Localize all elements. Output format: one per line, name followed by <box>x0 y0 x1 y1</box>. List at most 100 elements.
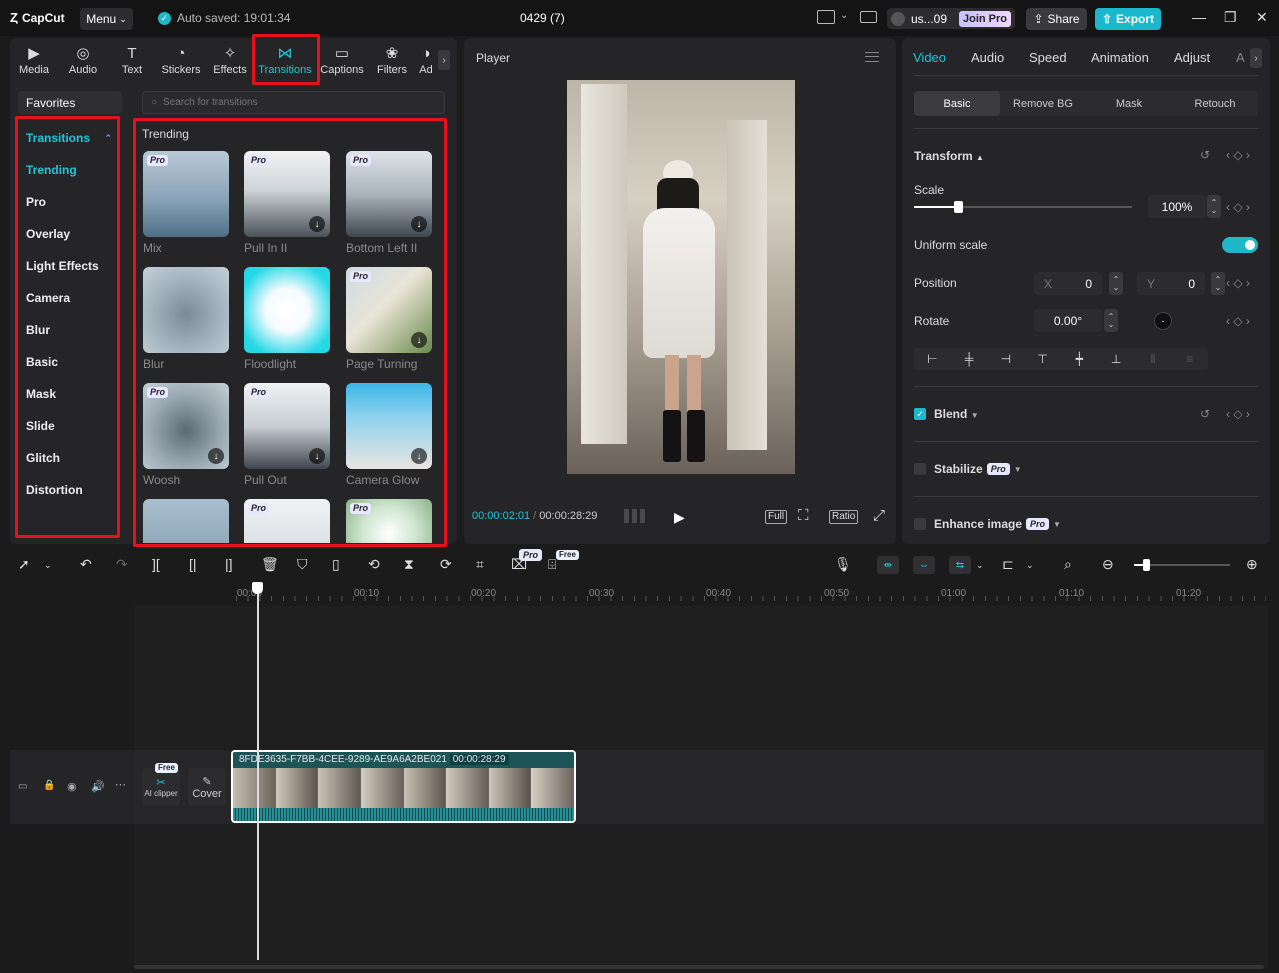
align-left-icon[interactable]: ⊢ <box>914 348 951 370</box>
document-title[interactable]: 0429 (7) <box>520 11 565 25</box>
category-item[interactable]: Trending <box>18 154 118 186</box>
download-icon[interactable]: ↓ <box>208 448 224 464</box>
download-icon[interactable]: ↓ <box>309 216 325 232</box>
position-x-stepper[interactable]: ⌃ ⌄ <box>1109 272 1123 295</box>
microphone-icon[interactable]: 🎙 <box>834 556 852 573</box>
enhance-image-checkbox[interactable] <box>914 518 926 530</box>
playhead[interactable] <box>257 584 259 960</box>
cover-button[interactable]: ✎ Cover <box>188 768 226 806</box>
subtab-mask[interactable]: Mask <box>1086 91 1172 116</box>
export-button[interactable]: ⇧ Export <box>1095 8 1161 30</box>
download-icon[interactable]: ↓ <box>411 216 427 232</box>
preview-axis-icon[interactable]: ⊏ <box>1002 556 1014 573</box>
tab-adjust-props[interactable]: Adjust <box>1174 50 1210 65</box>
category-item[interactable]: Pro <box>18 186 118 218</box>
marker-icon[interactable]: ⛉ <box>297 556 308 573</box>
tab-adjust[interactable]: ◑ Ad <box>414 42 438 76</box>
category-item[interactable]: Distortion <box>18 474 118 506</box>
transition-card[interactable]: Pro ↓ Pull In II <box>244 151 330 255</box>
subtab-basic[interactable]: Basic <box>914 91 1000 116</box>
search-input[interactable]: ○ Search for transitions <box>142 91 445 114</box>
tab-speed[interactable]: Speed <box>1029 50 1067 65</box>
uniform-scale-toggle[interactable] <box>1222 237 1258 253</box>
tab-effects[interactable]: ✧ Effects <box>207 42 253 76</box>
distribute-v-icon[interactable]: ≡ <box>1171 348 1208 370</box>
tab-media[interactable]: ▶ Media <box>11 42 57 76</box>
stabilize-label[interactable]: Stabilize Pro ▼ <box>934 462 1022 476</box>
scale-slider-handle[interactable] <box>953 201 963 213</box>
undo-icon[interactable]: ↶ <box>80 556 92 573</box>
category-item[interactable]: Overlay <box>18 218 118 250</box>
stabilize-checkbox[interactable] <box>914 463 926 475</box>
chevron-down-icon[interactable]: ⌄ <box>44 560 52 571</box>
tab-more[interactable]: A <box>1236 50 1245 65</box>
download-icon[interactable]: ↓ <box>309 448 325 464</box>
distribute-h-icon[interactable]: ⫴ <box>1135 348 1172 370</box>
waveform-icon[interactable] <box>624 509 646 523</box>
transition-card[interactable]: Pro ↓ Bottom Left II <box>346 151 432 255</box>
tab-stickers[interactable]: ◔ Stickers <box>158 42 204 76</box>
chevron-down-icon[interactable]: ⌄ <box>1026 560 1034 571</box>
share-button[interactable]: ⇪ Share <box>1026 8 1087 30</box>
chevron-down-icon[interactable]: ⌄ <box>976 560 984 571</box>
reset-icon[interactable]: ↺ <box>1200 148 1210 162</box>
auto-snap-icon[interactable]: ⇔ <box>913 556 935 574</box>
position-x-field[interactable]: X0 <box>1034 272 1102 295</box>
category-item[interactable]: Mask <box>18 378 118 410</box>
transition-card[interactable]: Pro ↓ Pull Out <box>244 383 330 487</box>
transition-card[interactable]: Blur <box>143 267 229 371</box>
align-center-v-icon[interactable]: ┿ <box>1061 348 1098 370</box>
transition-card[interactable]: ↓ Camera Glow <box>346 383 432 487</box>
zoom-slider[interactable] <box>1134 559 1230 571</box>
timeline-scrollbar[interactable] <box>134 965 1264 969</box>
split-right-icon[interactable]: |] <box>225 556 233 572</box>
video-preview[interactable] <box>567 80 795 474</box>
chevron-down-icon[interactable]: ⌄ <box>840 10 848 21</box>
split-icon[interactable]: ][ <box>152 556 160 572</box>
transform-title[interactable]: Transform ▲ <box>914 149 984 163</box>
tab-filters[interactable]: ❀ Filters <box>369 42 415 76</box>
reverse-icon[interactable]: ⟲ <box>368 556 380 573</box>
align-right-icon[interactable]: ⊣ <box>988 348 1025 370</box>
split-left-icon[interactable]: [| <box>189 556 197 572</box>
zoom-slider-handle[interactable] <box>1143 559 1150 571</box>
join-pro-button[interactable]: Join Pro <box>958 10 1011 27</box>
delete-icon[interactable]: 🗑 <box>261 556 279 573</box>
transition-card[interactable]: Pro <box>346 499 432 543</box>
keyframe-icon[interactable]: ‹ ◇ › <box>1226 407 1250 421</box>
zoom-fit-icon[interactable]: ⛶ <box>798 507 809 524</box>
play-icon[interactable]: ▶ <box>674 509 685 526</box>
smart-cut-icon[interactable]: ⌹ <box>548 556 556 573</box>
rotate-dial[interactable]: - <box>1154 312 1172 330</box>
linkage-icon[interactable]: ⇆ <box>949 556 971 574</box>
subtab-retouch[interactable]: Retouch <box>1172 91 1258 116</box>
rotate-stepper[interactable]: ⌃ ⌄ <box>1104 309 1118 332</box>
enhance-image-label[interactable]: Enhance image Pro ▼ <box>934 517 1061 531</box>
tab-animation[interactable]: Animation <box>1091 50 1149 65</box>
keyframe-icon[interactable]: ‹ ◇ › <box>1226 148 1250 162</box>
eye-icon[interactable]: ◉ <box>67 780 77 793</box>
cover-track-icon[interactable]: ▭ <box>18 781 27 792</box>
lock-icon[interactable]: 🔒 <box>43 780 55 791</box>
category-item[interactable]: Light Effects <box>18 250 118 282</box>
timeline-ruler[interactable] <box>134 582 1274 606</box>
full-button[interactable]: Full <box>765 510 788 524</box>
menu-button[interactable]: Menu ⌄ <box>80 8 133 30</box>
video-clip[interactable]: 8FDE3635-F7BB-4CEE-9289-AE9A6A2BE021 00:… <box>231 750 576 823</box>
more-icon[interactable]: ⋯ <box>115 778 126 791</box>
transition-card[interactable]: Floodlight <box>244 267 330 371</box>
tab-audio-props[interactable]: Audio <box>971 50 1004 65</box>
playhead-handle[interactable] <box>252 582 263 594</box>
crop-icon[interactable]: ⌗ <box>476 556 484 573</box>
main-track-magnet-icon[interactable]: ⇹ <box>877 556 899 574</box>
position-y-stepper[interactable]: ⌃ ⌄ <box>1211 272 1225 295</box>
scale-stepper[interactable]: ⌃ ⌄ <box>1207 195 1221 218</box>
keyboard-shortcuts-icon[interactable] <box>860 11 877 23</box>
tab-audio[interactable]: ◎ Audio <box>60 42 106 76</box>
category-item[interactable]: Basic <box>18 346 118 378</box>
tab-captions[interactable]: ▭ Captions <box>319 42 365 76</box>
category-item[interactable]: Slide <box>18 410 118 442</box>
blend-checkbox[interactable]: ✓ <box>914 408 926 420</box>
reset-icon[interactable]: ↺ <box>1200 407 1210 421</box>
transition-card[interactable]: Pro ↓ Page Turning <box>346 267 432 371</box>
